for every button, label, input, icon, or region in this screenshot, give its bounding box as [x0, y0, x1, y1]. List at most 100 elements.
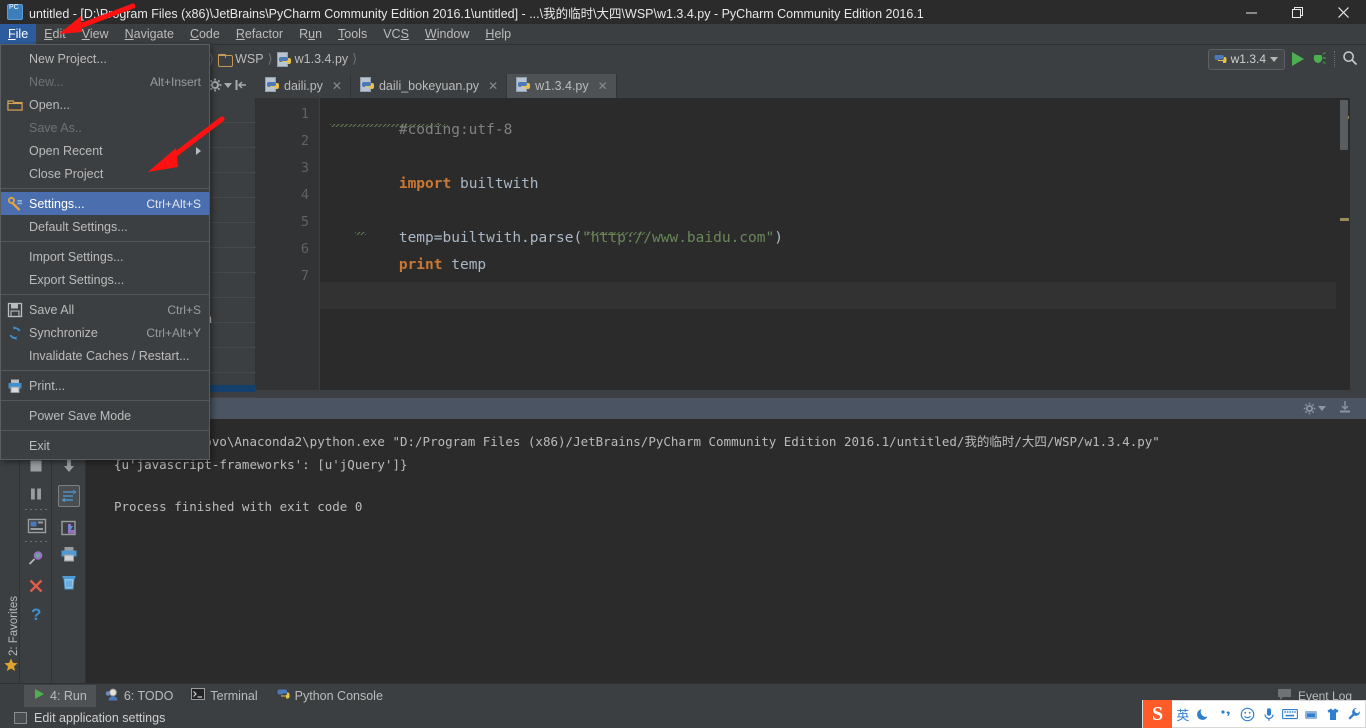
menu-code[interactable]: Code: [182, 24, 228, 45]
close-icon[interactable]: ✕: [488, 79, 498, 93]
menu-window[interactable]: Window: [417, 24, 477, 45]
tool-window-settings-icon[interactable]: [208, 78, 232, 92]
menu-item-label: Default Settings...: [29, 220, 201, 234]
tab-label: daili.py: [284, 79, 323, 93]
print-icon[interactable]: [60, 545, 78, 563]
soft-wrap-icon[interactable]: [58, 485, 80, 507]
blank-icon: [7, 143, 23, 159]
run-console[interactable]: D:\Users\lenovo\Anaconda2\python.exe "D:…: [86, 419, 1366, 683]
menu-item-new[interactable]: New... Alt+Insert: [1, 70, 209, 93]
menu-item-print[interactable]: Print...: [1, 374, 209, 397]
run-icon[interactable]: [1292, 52, 1304, 66]
tab-w134-py[interactable]: w1.3.4.py ✕: [507, 74, 617, 98]
run-configuration-selector[interactable]: w1.3.4: [1208, 49, 1285, 70]
print-output-icon[interactable]: [27, 517, 45, 535]
menu-navigate[interactable]: Navigate: [117, 24, 182, 45]
menu-tools[interactable]: Tools: [330, 24, 375, 45]
run-window-actions: [1303, 400, 1352, 417]
trash-icon[interactable]: [60, 573, 78, 591]
pin-icon[interactable]: [27, 549, 45, 567]
menu-item-close-project[interactable]: Close Project: [1, 162, 209, 185]
star-icon[interactable]: [4, 658, 18, 675]
menu-item-default-settings[interactable]: Default Settings...: [1, 215, 209, 238]
close-icon[interactable]: ✕: [332, 79, 342, 93]
keyboard-icon[interactable]: [1279, 700, 1300, 728]
inspection-marker[interactable]: [1340, 218, 1349, 221]
export-icon[interactable]: [1338, 400, 1352, 417]
ime-language-toggle[interactable]: 英: [1172, 700, 1193, 728]
bottom-item-label: 6: TODO: [124, 689, 174, 703]
menu-vcs[interactable]: VCS: [375, 24, 417, 45]
menu-bar: FFileile Edit View Navigate Code Refacto…: [0, 24, 1366, 45]
menu-run[interactable]: Run: [291, 24, 330, 45]
pause-icon[interactable]: [27, 485, 45, 503]
menu-edit[interactable]: Edit: [36, 24, 74, 45]
hide-tool-window-icon[interactable]: [234, 78, 248, 95]
bottom-item-python-console[interactable]: Python Console: [267, 685, 392, 707]
code-text-area[interactable]: #coding:utf-8 import builtwith temp=buil…: [320, 98, 1350, 390]
menu-item-import-settings[interactable]: Import Settings...: [1, 245, 209, 268]
minimize-icon[interactable]: [1228, 0, 1274, 24]
menu-item-power-save-mode[interactable]: Power Save Mode: [1, 404, 209, 427]
shirt-icon[interactable]: [1322, 700, 1343, 728]
menu-refactor[interactable]: Refactor: [228, 24, 291, 45]
sidebar-item-favorites[interactable]: 2: Favorites: [8, 586, 20, 666]
editor-gutter[interactable]: 1 2 3 4 5 6 7: [256, 98, 320, 390]
file-menu-popup[interactable]: New Project... New... Alt+Insert Open...…: [0, 44, 210, 460]
python-icon: [276, 687, 290, 704]
menu-item-settings[interactable]: Settings... Ctrl+Alt+S: [1, 192, 209, 215]
menu-item-new-project[interactable]: New Project...: [1, 47, 209, 70]
sogou-logo-icon[interactable]: S: [1143, 700, 1172, 728]
svg-text:?: ?: [31, 605, 41, 623]
close-icon[interactable]: [1320, 0, 1366, 24]
breadcrumb-item-wsp[interactable]: WSP: [218, 52, 263, 66]
settings-wrench-icon: [7, 196, 23, 212]
menu-item-invalidate-caches[interactable]: Invalidate Caches / Restart...: [1, 344, 209, 367]
menu-item-export-settings[interactable]: Export Settings...: [1, 268, 209, 291]
menu-help[interactable]: Help: [477, 24, 519, 45]
project-horizontal-scrollbar[interactable]: [210, 385, 256, 392]
editor-vertical-scrollbar[interactable]: [1336, 98, 1350, 390]
menu-file[interactable]: FFileile: [0, 24, 36, 45]
menu-item-synchronize[interactable]: Synchronize Ctrl+Alt+Y: [1, 321, 209, 344]
menu-item-exit[interactable]: Exit: [1, 434, 209, 457]
menu-item-open-recent[interactable]: Open Recent: [1, 139, 209, 162]
python-file-icon: [360, 77, 374, 95]
mic-icon[interactable]: [1258, 700, 1279, 728]
menu-item-label: Save As..: [29, 121, 201, 135]
menu-item-save-all[interactable]: Save All Ctrl+S: [1, 298, 209, 321]
smiley-icon[interactable]: [1236, 700, 1257, 728]
synchronize-icon: [7, 325, 23, 341]
title-bar: untitled - [D:\Program Files (x86)\JetBr…: [0, 0, 1366, 24]
tab-daili-py[interactable]: daili.py ✕: [256, 74, 351, 98]
scroll-to-end-icon[interactable]: [60, 519, 78, 537]
wrench-icon[interactable]: [1344, 700, 1365, 728]
close-icon[interactable]: ✕: [598, 79, 608, 93]
menu-item-save-as[interactable]: Save As..: [1, 116, 209, 139]
line-number: 4: [259, 187, 309, 203]
bottom-item-run[interactable]: 4: Run: [24, 685, 96, 707]
bottom-item-todo[interactable]: 6: TODO: [96, 685, 183, 707]
search-icon[interactable]: [1342, 50, 1358, 69]
line-number: 7: [259, 268, 309, 284]
menu-item-label: Exit: [29, 439, 201, 453]
scrollbar-thumb[interactable]: [1340, 100, 1348, 150]
menu-view[interactable]: View: [74, 24, 117, 45]
breadcrumb-item-file[interactable]: w1.3.4.py: [277, 52, 349, 67]
actions-separator: [25, 541, 47, 542]
help-icon[interactable]: ?: [27, 605, 45, 623]
bottom-item-terminal[interactable]: Terminal: [182, 685, 266, 707]
debug-icon[interactable]: [1311, 50, 1327, 68]
menu-item-open[interactable]: Open...: [1, 93, 209, 116]
code-editor[interactable]: 1 2 3 4 5 6 7 #coding:utf-8 import built…: [256, 98, 1350, 390]
tab-label: daili_bokeyuan.py: [379, 79, 479, 93]
comma-icon[interactable]: [1215, 700, 1236, 728]
box-icon[interactable]: [1301, 700, 1322, 728]
menu-item-label: Synchronize: [29, 326, 134, 340]
moon-icon[interactable]: [1194, 700, 1215, 728]
tab-daili-bokeyuan-py[interactable]: daili_bokeyuan.py ✕: [351, 74, 507, 98]
line-number: 1: [259, 106, 309, 122]
restore-icon[interactable]: [1274, 0, 1320, 24]
gear-icon[interactable]: [1303, 402, 1326, 415]
close-icon[interactable]: [27, 577, 45, 595]
